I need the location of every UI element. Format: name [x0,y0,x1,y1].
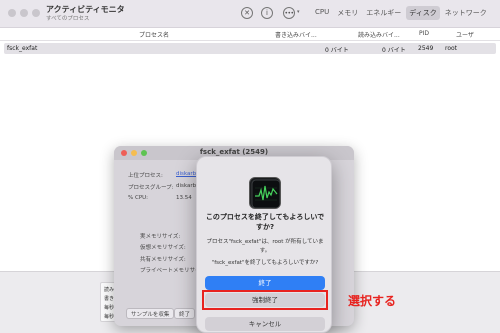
cell-bytes-written: 0 バイト [325,47,349,54]
minimize-window-button[interactable] [20,9,28,17]
dialog-title: このプロセスを終了してもよろしいですか? [205,213,325,231]
cell-user: root [445,45,458,52]
table-row[interactable]: fsck_exfat 0 バイト 0 バイト 2549 root [4,43,496,54]
info-window-title: fsck_exfat (2549) [199,148,269,156]
x-circle-icon[interactable]: ✕ [241,7,253,19]
cell-bytes-read: 0 バイト [382,47,406,54]
tab-disk[interactable]: ディスク [406,6,440,20]
table-header: プロセス名 書き込みバイ... 読み込みバイ... PID ユーザ [0,28,500,41]
parent-process-label: 上位プロセス: [128,173,163,179]
column-header-pid[interactable]: PID [419,30,429,37]
cancel-button[interactable]: キャンセル [205,317,325,331]
info-icon[interactable]: i [261,7,273,19]
cpu-percent-value: 13.54 [176,195,192,201]
column-header-process-name[interactable]: プロセス名 [139,30,169,39]
shared-memory-label: 共有メモリサイズ: [140,257,186,263]
dialog-question: "fsck_exfat"を終了してもよろしいですか? [211,260,319,266]
view-tabs: CPU メモリ エネルギー ディスク ネットワーク [312,6,490,20]
column-header-user[interactable]: ユーザ [456,30,474,39]
tab-network[interactable]: ネットワーク [442,6,490,20]
process-group-value: diskarb [176,183,197,189]
annotation-label: 選択する [348,294,397,308]
real-memory-label: 実メモリサイズ: [140,234,181,240]
sample-process-button[interactable]: サンプルを収集 [126,308,175,319]
quit-button[interactable]: 終了 [205,276,325,290]
force-quit-highlight-box [202,290,328,310]
toolbar: アクティビティモニタ すべてのプロセス ✕ i ••• ▾ CPU メモリ エネ… [0,0,500,28]
cell-process-name: fsck_exfat [7,45,38,52]
zoom-window-button[interactable] [32,9,40,17]
ellipsis-icon[interactable]: ••• [283,7,295,19]
virtual-memory-label: 仮想メモリサイズ: [140,245,186,251]
cpu-percent-label: % CPU: [128,195,149,201]
chevron-down-icon[interactable]: ▾ [297,9,300,15]
tab-cpu[interactable]: CPU [312,6,332,20]
activity-monitor-app-icon [249,177,281,209]
column-header-bytes-read[interactable]: 読み込みバイ... [358,30,400,39]
cell-pid: 2549 [418,45,434,52]
parent-process-link[interactable]: diskarb [176,171,196,177]
tab-memory[interactable]: メモリ [334,6,361,20]
app-subtitle: すべてのプロセス [46,16,90,22]
info-quit-button[interactable]: 終了 [174,308,196,319]
close-window-button[interactable] [8,9,16,17]
column-header-bytes-written[interactable]: 書き込みバイ... [275,30,317,39]
dialog-message: プロセス"fsck_exfat"は、root が所有しています。 [206,239,324,254]
process-group-label: プロセスグループ: [128,185,174,191]
tab-energy[interactable]: エネルギー [363,6,404,20]
